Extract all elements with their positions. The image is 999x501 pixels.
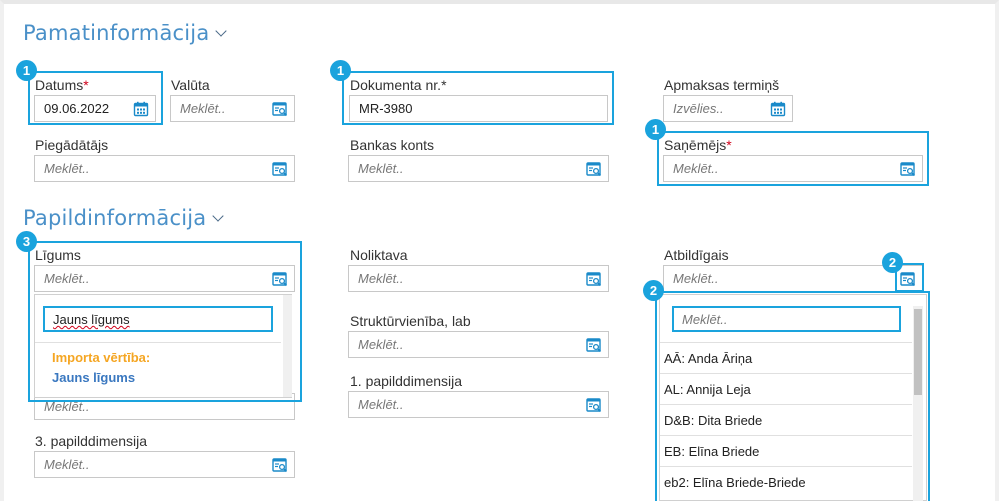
badge-3-ligums: 3 xyxy=(16,231,37,252)
section-title-additional[interactable]: Papildinformācija xyxy=(23,206,225,230)
apmaksas-termins-field[interactable]: Izvēlies.. xyxy=(663,95,793,122)
apmaksas-termins-label: Apmaksas termiņš xyxy=(664,77,780,93)
valuta-label: Valūta xyxy=(171,77,210,93)
section-title-basic-text: Pamatinformācija xyxy=(23,21,210,45)
strukturvieniba-field[interactable]: Meklēt.. xyxy=(348,331,609,358)
search-lookup-icon[interactable] xyxy=(272,161,288,177)
section-title-additional-text: Papildinformācija xyxy=(23,206,207,230)
noliktava-field[interactable]: Meklēt.. xyxy=(348,265,609,292)
search-lookup-icon[interactable] xyxy=(586,161,602,177)
atbildigais-label: Atbildīgais xyxy=(664,247,729,263)
strukturvieniba-placeholder: Meklēt.. xyxy=(358,337,404,352)
piegadatajs-label: Piegādātājs xyxy=(35,137,109,153)
badge-2-lookup: 2 xyxy=(882,252,903,273)
valuta-field[interactable]: Meklēt.. xyxy=(170,95,295,122)
papilddim1-placeholder: Meklēt.. xyxy=(358,397,404,412)
badge-2-dropdown: 2 xyxy=(643,280,664,301)
atbildigais-placeholder: Meklēt.. xyxy=(673,271,719,286)
chevron-down-icon xyxy=(212,210,225,222)
callout-sanemejs xyxy=(657,131,929,186)
strukturvieniba-label: Struktūrvienība, lab xyxy=(350,313,471,329)
chevron-down-icon xyxy=(215,25,228,37)
papilddim3-label: 3. papilddimensija xyxy=(35,433,148,449)
search-lookup-icon[interactable] xyxy=(272,101,288,117)
papilddim1-label: 1. papilddimensija xyxy=(350,373,463,389)
search-lookup-icon[interactable] xyxy=(272,457,288,473)
apmaksas-termins-placeholder: Izvēlies.. xyxy=(673,101,724,116)
section-title-basic[interactable]: Pamatinformācija xyxy=(23,21,228,45)
noliktava-label: Noliktava xyxy=(350,247,408,263)
badge-1-datums: 1 xyxy=(16,60,37,81)
calendar-icon[interactable] xyxy=(770,101,786,117)
badge-1-sanemejs: 1 xyxy=(645,119,666,140)
bankas-konts-label: Bankas konts xyxy=(350,137,435,153)
search-lookup-icon[interactable] xyxy=(586,337,602,353)
valuta-placeholder: Meklēt.. xyxy=(180,101,226,116)
callout-datums xyxy=(28,71,163,125)
papilddim1-field[interactable]: Meklēt.. xyxy=(348,391,609,418)
papilddim3-field[interactable]: Meklēt.. xyxy=(34,451,295,478)
piegadatajs-placeholder: Meklēt.. xyxy=(44,161,90,176)
callout-ligums xyxy=(28,241,302,402)
piegadatajs-field[interactable]: Meklēt.. xyxy=(34,155,295,182)
search-lookup-icon[interactable] xyxy=(586,271,602,287)
search-lookup-icon[interactable] xyxy=(586,397,602,413)
bankas-konts-placeholder: Meklēt.. xyxy=(358,161,404,176)
badge-1-dokumenta: 1 xyxy=(330,60,351,81)
callout-dokumenta-nr xyxy=(342,71,614,125)
papilddim3-placeholder: Meklēt.. xyxy=(44,457,90,472)
bankas-konts-field[interactable]: Meklēt.. xyxy=(348,155,609,182)
noliktava-placeholder: Meklēt.. xyxy=(358,271,404,286)
callout-atbildigais-dropdown xyxy=(655,291,930,501)
